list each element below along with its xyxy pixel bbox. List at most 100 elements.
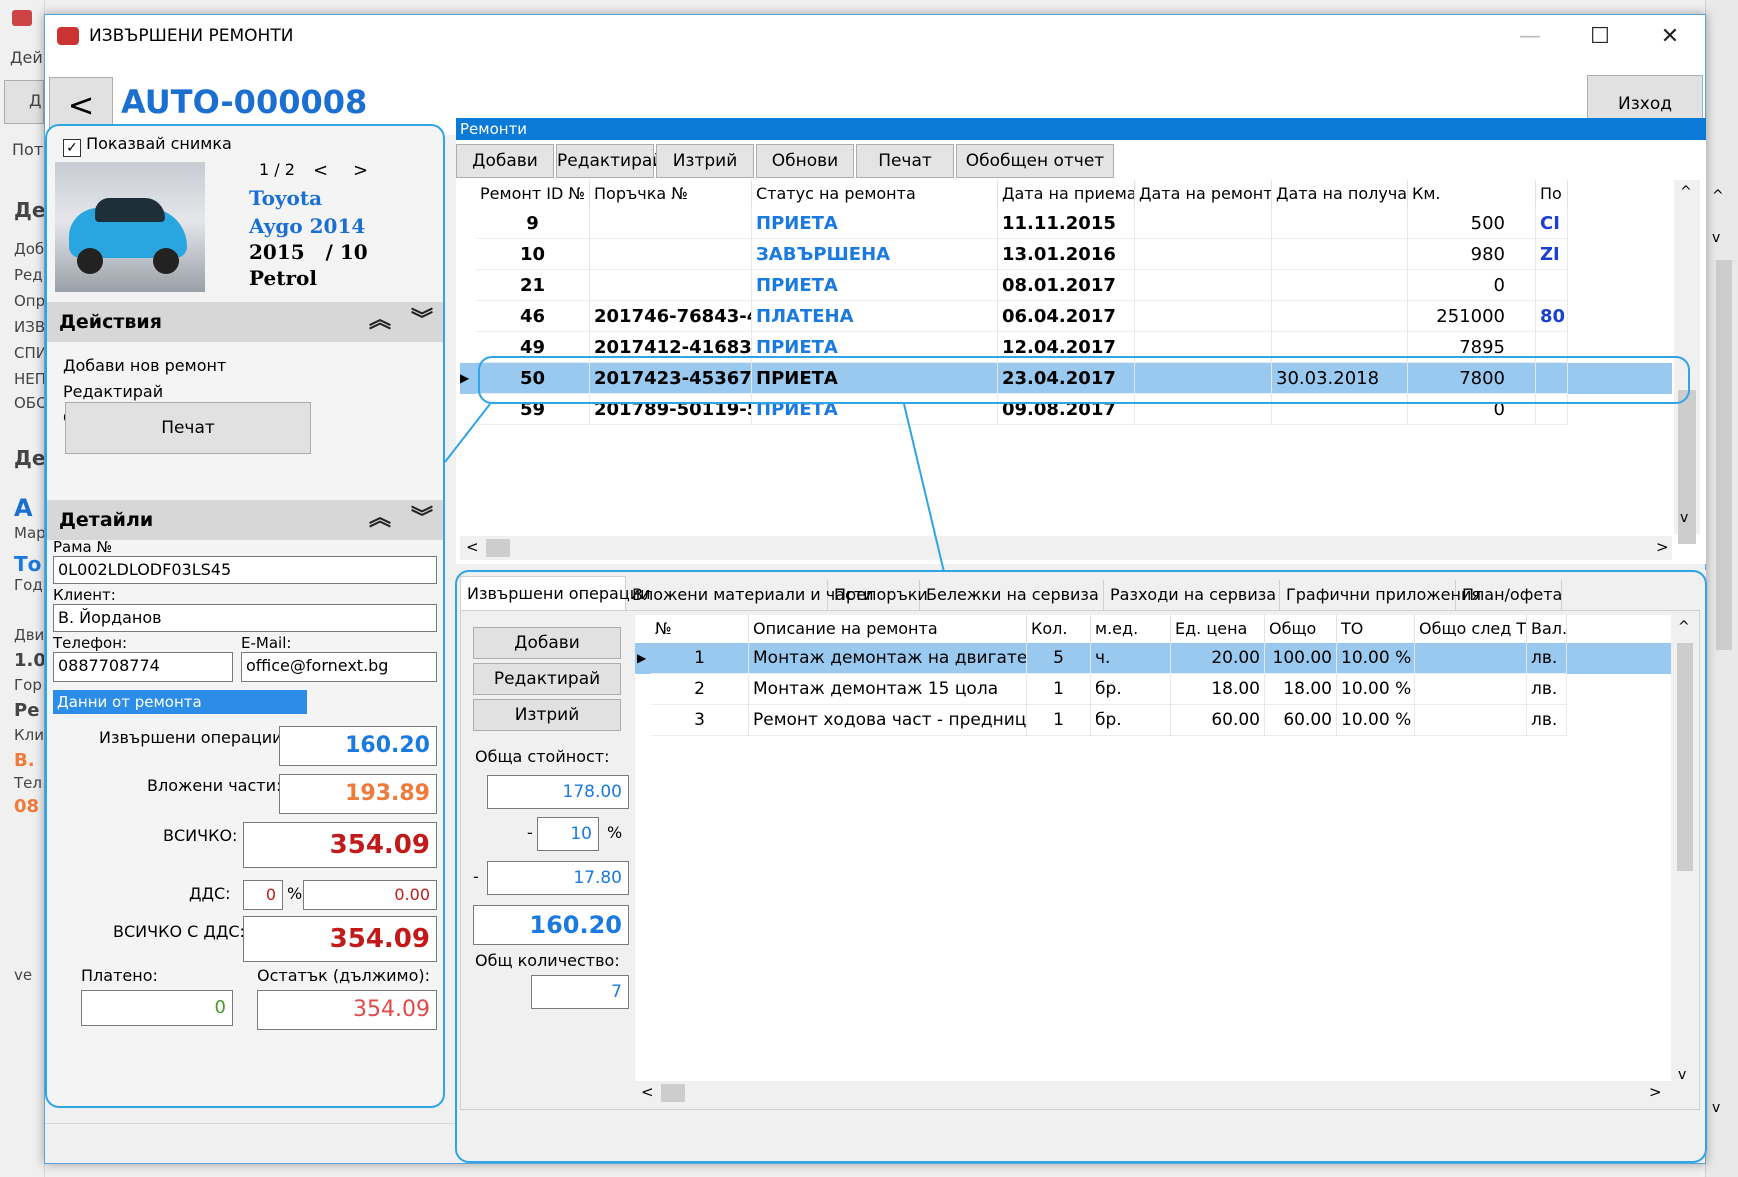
actions-title: Действия <box>59 311 162 333</box>
repairs-toolbar-button[interactable]: Печат <box>856 144 954 178</box>
actions-header[interactable]: Действия ︽ ︾ <box>47 302 443 342</box>
repairs-col-header[interactable]: Дата на приемане <box>998 180 1135 208</box>
repairs-toolbar-button[interactable]: Обнови <box>756 144 854 178</box>
remaining-label: Остатък (дължимо): <box>257 966 431 985</box>
client-label: Клиент: <box>53 586 116 604</box>
print-button[interactable]: Печат <box>65 402 311 454</box>
vat-percent-field[interactable]: 0 <box>243 880 283 910</box>
repairs-cell-status: ЗАВЪРШЕНА <box>752 239 998 270</box>
repairs-cell-id: 10 <box>476 239 590 270</box>
bg-side-label: 08 <box>14 796 40 817</box>
app-logo-icon <box>12 10 32 26</box>
bg-side-label: СПИ <box>14 344 47 362</box>
scroll-up-icon[interactable]: ^ <box>1680 184 1692 200</box>
remaining-field[interactable]: 354.09 <box>257 990 437 1030</box>
minimize-button[interactable]: — <box>1495 15 1565 59</box>
vin-label: Рама № <box>53 538 113 556</box>
details-collapse-up-icon[interactable]: ︽ <box>369 506 391 532</box>
collapse-down-icon[interactable]: ︾ <box>411 308 433 334</box>
vehicle-side-panel: ✓ Показвай снимка 1 / 2 < > Toyota Aygo … <box>45 124 445 1108</box>
scroll-down-icon[interactable]: v <box>1680 510 1688 526</box>
table-row[interactable]: 21 ПРИЕТА 08.01.2017 0 <box>460 270 1672 301</box>
repairs-col-header[interactable]: Поръчка № <box>590 180 752 208</box>
repairs-cell-status: ПРИЕТА <box>752 208 998 239</box>
collapse-up-icon[interactable]: ︽ <box>369 308 391 334</box>
repairs-cell-repaired <box>1135 208 1272 239</box>
car-fuel: Petrol <box>249 266 317 290</box>
details-collapse-down-icon[interactable]: ︾ <box>411 506 433 532</box>
bg-side-label: Мар <box>14 524 46 542</box>
repairs-cell-extra: CI <box>1536 208 1568 239</box>
close-button[interactable]: ✕ <box>1635 15 1705 59</box>
repairs-cell-received: 06.04.2017 <box>998 301 1135 332</box>
client-field[interactable]: В. Йорданов <box>53 604 437 632</box>
bg-side-label: Год <box>14 576 43 594</box>
next-photo-button[interactable]: > <box>353 160 368 181</box>
car-photo <box>55 162 205 292</box>
bg-side-label: То <box>14 552 42 576</box>
bg-side-label: Ред <box>14 266 43 284</box>
paid-label: Платено: <box>81 966 158 985</box>
show-photo-label: Показвай снимка <box>86 134 232 153</box>
repairs-cell-status: ПЛАТЕНА <box>752 301 998 332</box>
repairs-col-header[interactable]: Ремонт ID № <box>476 180 590 208</box>
prev-photo-button[interactable]: < <box>313 160 328 181</box>
repairs-cell-repaired <box>1135 270 1272 301</box>
maximize-button[interactable]: ☐ <box>1565 15 1635 59</box>
repairs-toolbar-button[interactable]: Добави <box>456 144 554 178</box>
repairs-col-header[interactable]: По <box>1536 180 1568 208</box>
repairs-cell-status: ПРИЕТА <box>752 270 998 301</box>
repair-data-bar: Данни от ремонта <box>53 690 307 714</box>
action-item[interactable]: Добави нов ремонт <box>63 356 226 375</box>
grand-total-vat-field[interactable]: 354.09 <box>243 916 437 962</box>
repairs-cell-delivered <box>1272 270 1408 301</box>
repairs-col-header[interactable]: Дата на получаван <box>1272 180 1408 208</box>
table-row[interactable]: 10 ЗАВЪРШЕНА 13.01.2016 980 ZI <box>460 239 1672 270</box>
car-wheel-rear <box>153 248 179 274</box>
repairs-hscroll-thumb[interactable] <box>486 539 510 557</box>
bg-button-peek: Д <box>4 80 44 124</box>
phone-field[interactable]: 0887708774 <box>53 652 233 682</box>
repairs-col-header[interactable]: Км. <box>1408 180 1536 208</box>
action-item[interactable]: Редактирай <box>63 382 163 401</box>
repairs-col-header[interactable]: Дата на ремонт <box>1135 180 1272 208</box>
repairs-cell-extra <box>1536 270 1568 301</box>
table-row[interactable]: 9 ПРИЕТА 11.11.2015 500 CI <box>460 208 1672 239</box>
bg-side-label: Тел <box>14 774 42 792</box>
car-id-title: AUTO-000008 <box>121 83 368 121</box>
parts-total-field[interactable]: 193.89 <box>279 774 437 814</box>
repairs-horizontal-scrollbar[interactable]: < > <box>460 536 1672 560</box>
bg-side-label: ОБО <box>14 394 48 412</box>
scroll-left-icon[interactable]: < <box>466 538 479 556</box>
repairs-toolbar-button[interactable]: Обобщен отчет <box>956 144 1114 178</box>
bg-side-label: Ре <box>14 700 40 721</box>
grand-total-field[interactable]: 354.09 <box>243 822 437 868</box>
vat-percent-sign: % <box>287 884 303 903</box>
show-photo-checkbox[interactable]: ✓ Показвай снимка <box>63 134 232 157</box>
operations-total-field[interactable]: 160.20 <box>279 726 437 766</box>
scroll-right-icon[interactable]: > <box>1656 538 1669 556</box>
checkmark-icon: ✓ <box>63 139 81 157</box>
table-row[interactable]: 46201746-76843-46ПЛАТЕНА06.04.2017 251000… <box>460 301 1672 332</box>
bg-side-label: Кли <box>14 726 44 744</box>
bg-side-label: Дви <box>14 626 45 644</box>
parts-label: Вложени части: <box>147 776 282 795</box>
email-label: E-Mail: <box>241 634 292 652</box>
repairs-cell-order <box>590 208 752 239</box>
repairs-cell-delivered <box>1272 208 1408 239</box>
repairs-cell-delivered <box>1272 239 1408 270</box>
row-selector-icon: ▶ <box>460 371 470 385</box>
repairs-toolbar-button[interactable]: Редактирай <box>556 144 663 178</box>
vin-field[interactable]: 0L002LDLODF03LS45 <box>53 556 437 584</box>
repairs-section-bar: Ремонти <box>456 118 1706 140</box>
phone-label: Телефон: <box>53 634 128 652</box>
vat-amount-field[interactable]: 0.00 <box>303 880 437 910</box>
repairs-toolbar-button[interactable]: Изтрий <box>656 144 754 178</box>
title-bar: ИЗВЪРШЕНИ РЕМОНТИ — ☐ ✕ <box>45 15 1705 59</box>
details-header[interactable]: Детайли ︽ ︾ <box>47 500 443 540</box>
repairs-cell-extra: 80 <box>1536 301 1568 332</box>
car-year-month: 2015 / 10 <box>249 240 368 264</box>
paid-field[interactable]: 0 <box>81 990 233 1026</box>
repairs-col-header[interactable]: Статус на ремонта <box>752 180 998 208</box>
email-field[interactable]: office@fornext.bg <box>241 652 437 682</box>
